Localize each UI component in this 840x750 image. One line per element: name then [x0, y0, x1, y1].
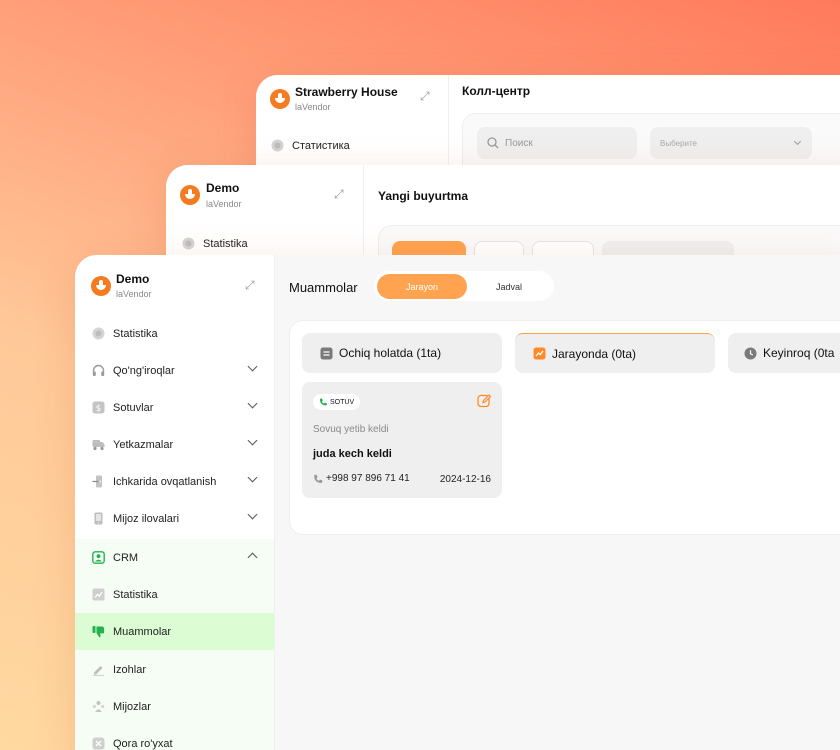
page-title: Колл-центр: [462, 84, 531, 98]
sidebar: Demo laVendor ⤢ Statistika Qo'ng'iroqlar…: [75, 255, 275, 750]
sidebar-item-label: Muammolar: [113, 625, 172, 638]
user-card-icon: [92, 551, 105, 564]
edit-icon[interactable]: [477, 393, 492, 413]
sidebar-item-label: CRM: [113, 551, 139, 564]
card-title: juda kech keldi: [313, 448, 392, 460]
tab-jarayon[interactable]: Jarayon: [377, 274, 467, 299]
chart-circle-icon: [182, 237, 195, 250]
sidebar-item-stats[interactable]: Статистика: [256, 127, 448, 164]
sidebar-item-clients[interactable]: Mijozlar: [75, 688, 274, 725]
page-title: Yangi buyurtma: [378, 189, 469, 203]
sidebar-item-label: Statistika: [113, 327, 158, 340]
brand-sub: laVendor: [116, 289, 152, 299]
chart-circle-icon: [271, 139, 284, 152]
sidebar-item-label: Statistika: [203, 237, 248, 250]
brand-name: Demo: [116, 272, 150, 286]
sidebar-item-statistika[interactable]: Statistika: [75, 315, 274, 352]
main-content: Muammolar Jarayon Jadval Ochiq holatda (…: [275, 255, 840, 750]
card-date: 2024-12-16: [439, 474, 491, 485]
sidebar-item-label: Qora ro'yxat: [113, 737, 173, 750]
chevron-down-icon: [247, 361, 258, 372]
clock-icon: [744, 347, 757, 360]
chevron-down-icon: [247, 472, 258, 483]
phone-icon: [313, 474, 323, 484]
sidebar-item-label: Izohlar: [113, 663, 147, 676]
sidebar-item-crm-stats[interactable]: Statistika: [75, 576, 274, 613]
sidebar-item-label: Статистика: [292, 139, 350, 152]
sidebar-item-comments[interactable]: Izohlar: [75, 651, 274, 688]
door-icon: [92, 475, 105, 488]
bar-chart-icon: [92, 588, 105, 601]
brand-logo-icon: [270, 89, 290, 109]
expand-icon[interactable]: ⤢: [245, 278, 255, 293]
chevron-down-icon: [247, 509, 258, 520]
chevron-down-icon: [793, 137, 802, 146]
column-header-later[interactable]: Keyinroq (0ta: [728, 333, 840, 373]
phone-number: +998 97 896 71 41: [326, 473, 410, 484]
select-placeholder: Выберите: [660, 138, 697, 148]
column-title: Keyinroq (0ta: [763, 346, 835, 360]
tag-label: SOTUV: [330, 398, 355, 406]
search-icon: [487, 137, 499, 149]
dollar-icon: $: [92, 401, 105, 414]
sidebar-item-problems[interactable]: Muammolar: [75, 613, 274, 650]
sidebar-item-client-apps[interactable]: Mijoz ilovalari: [75, 500, 274, 537]
sidebar-item-label: Sotuvlar: [113, 401, 154, 414]
sale-tag: SOTUV: [313, 394, 361, 410]
column-title: Jarayonda (0ta): [552, 346, 637, 361]
brand-name: Demo: [206, 181, 240, 195]
column-title: Ochiq holatda (1ta): [339, 346, 442, 360]
thumbs-down-icon: [92, 625, 105, 638]
svg-text:$: $: [96, 404, 102, 414]
brand-logo-icon: [180, 185, 200, 205]
select-dropdown[interactable]: Выберите: [650, 127, 812, 159]
chevron-up-icon: [247, 552, 258, 563]
phone-icon: [92, 512, 105, 525]
sidebar-item-label: Mijozlar: [113, 700, 151, 713]
problem-card[interactable]: SOTUV Sovuq yetib keldi juda kech keldi …: [302, 382, 502, 498]
search-input[interactable]: Поиск: [477, 127, 637, 159]
headphones-icon: [92, 364, 105, 377]
brand-logo-icon: [91, 276, 111, 296]
sidebar-item-label: Ichkarida ovqatlanish: [113, 475, 217, 488]
sidebar-item-blacklist[interactable]: Qora ro'yxat: [75, 725, 274, 750]
truck-icon: [92, 438, 105, 451]
expand-icon[interactable]: ⤢: [334, 187, 344, 202]
card-phone: +998 97 896 71 41: [313, 473, 410, 484]
search-placeholder: Поиск: [505, 137, 533, 149]
sidebar-item-label: Statistika: [113, 588, 158, 601]
sidebar-item-label: Yetkazmalar: [113, 438, 174, 451]
sidebar-item-sales[interactable]: $ Sotuvlar: [75, 389, 274, 426]
chart-circle-icon: [92, 327, 105, 340]
card-subtitle: Sovuq yetib keldi: [313, 424, 389, 435]
brand-name: Strawberry House: [295, 85, 398, 99]
pencil-icon: [92, 663, 105, 676]
page-title: Muammolar: [289, 280, 358, 295]
column-header-open[interactable]: Ochiq holatda (1ta): [302, 333, 502, 373]
list-icon: [320, 347, 333, 360]
front-window: Demo laVendor ⤢ Statistika Qo'ng'iroqlar…: [75, 255, 840, 750]
chevron-down-icon: [247, 398, 258, 409]
trend-icon: [533, 347, 546, 360]
phone-icon: [319, 398, 327, 406]
sidebar-item-calls[interactable]: Qo'ng'iroqlar: [75, 352, 274, 389]
column-header-in-progress[interactable]: Jarayonda (0ta): [515, 333, 715, 373]
block-icon: [92, 737, 105, 750]
sidebar-item-dine-in[interactable]: Ichkarida ovqatlanish: [75, 463, 274, 500]
users-icon: [92, 700, 105, 713]
sidebar-item-label: Mijoz ilovalari: [113, 512, 180, 525]
tab-jadval[interactable]: Jadval: [469, 274, 549, 299]
chevron-down-icon: [247, 435, 258, 446]
sidebar-item-crm[interactable]: CRM: [75, 539, 274, 576]
brand-sub: laVendor: [206, 199, 242, 209]
sidebar-item-deliveries[interactable]: Yetkazmalar: [75, 426, 274, 463]
sidebar-item-label: Qo'ng'iroqlar: [113, 364, 175, 377]
expand-icon[interactable]: ⤢: [420, 89, 430, 104]
brand-sub: laVendor: [295, 102, 331, 112]
